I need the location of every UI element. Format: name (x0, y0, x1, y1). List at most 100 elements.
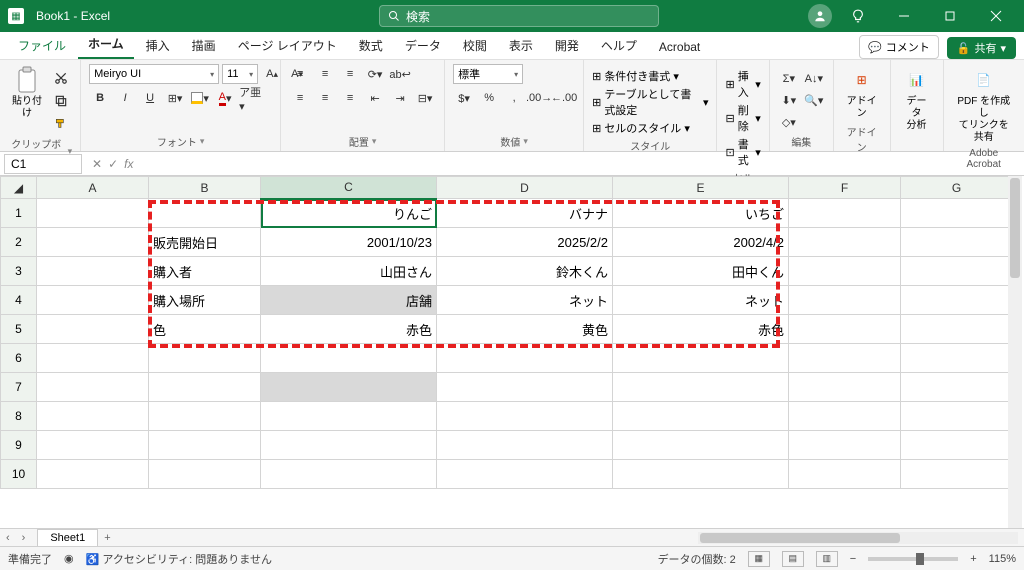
borders-button[interactable]: ⊞▾ (164, 88, 186, 108)
cell-C1[interactable]: りんご (261, 199, 437, 228)
row-header-8[interactable]: 8 (1, 402, 37, 431)
align-left-button[interactable]: ≡ (289, 88, 311, 108)
cell-A6[interactable] (37, 344, 149, 373)
cut-button[interactable] (50, 68, 72, 88)
sheet-tab[interactable]: Sheet1 (37, 529, 98, 546)
analyze-data-button[interactable]: 📊データ 分析 (899, 64, 935, 134)
font-color-button[interactable]: A▾ (214, 88, 236, 108)
cell-D9[interactable] (437, 431, 613, 460)
clear-button[interactable]: ◇▾ (778, 112, 800, 132)
increase-indent-button[interactable]: ⇥ (389, 88, 411, 108)
dialog-launcher-icon[interactable]: ▾ (523, 136, 528, 147)
format-painter-button[interactable] (50, 114, 72, 134)
delete-cells-button[interactable]: ⊟ 削除 ▾ (725, 102, 760, 134)
conditional-format-button[interactable]: ⊞ 条件付き書式 ▾ (592, 68, 679, 84)
cell-B6[interactable] (149, 344, 261, 373)
ribbon-tab-ホーム[interactable]: ホーム (78, 30, 134, 59)
cell-C2[interactable]: 2001/10/23 (261, 228, 437, 257)
cell-A7[interactable] (37, 373, 149, 402)
dialog-launcher-icon[interactable]: ▾ (200, 136, 205, 147)
align-right-button[interactable]: ≡ (339, 88, 361, 108)
column-header-G[interactable]: G (901, 177, 1013, 199)
cell-E2[interactable]: 2002/4/2 (613, 228, 789, 257)
ribbon-tab-ファイル[interactable]: ファイル (8, 32, 76, 59)
cell-C10[interactable] (261, 460, 437, 489)
row-header-3[interactable]: 3 (1, 257, 37, 286)
cell-C8[interactable] (261, 402, 437, 431)
cell-F4[interactable] (789, 286, 901, 315)
phonetic-button[interactable]: ア亜▾ (239, 88, 261, 108)
new-sheet-button[interactable]: + (98, 532, 116, 544)
autosum-button[interactable]: Σ▾ (778, 68, 800, 88)
cell-D4[interactable]: ネット (437, 286, 613, 315)
cell-A9[interactable] (37, 431, 149, 460)
cell-C4[interactable]: 店舗 (261, 286, 437, 315)
cell-B5[interactable]: 色 (149, 315, 261, 344)
cell-G7[interactable] (901, 373, 1013, 402)
copy-button[interactable] (50, 91, 72, 111)
fx-icon[interactable]: fx (124, 157, 133, 171)
name-box[interactable]: C1 (4, 154, 82, 174)
align-top-button[interactable]: ≡ (289, 64, 311, 84)
cell-D6[interactable] (437, 344, 613, 373)
cell-B2[interactable]: 販売開始日 (149, 228, 261, 257)
ribbon-tab-挿入[interactable]: 挿入 (136, 32, 180, 59)
align-center-button[interactable]: ≡ (314, 88, 336, 108)
cell-D5[interactable]: 黄色 (437, 315, 613, 344)
cell-D10[interactable] (437, 460, 613, 489)
normal-view-button[interactable]: ▦ (748, 551, 770, 567)
ribbon-tab-描画[interactable]: 描画 (182, 32, 226, 59)
lightbulb-button[interactable] (838, 0, 878, 32)
cell-C7[interactable] (261, 373, 437, 402)
ribbon-tab-開発[interactable]: 開発 (545, 32, 589, 59)
orientation-button[interactable]: ⟳▾ (364, 64, 386, 84)
addins-button[interactable]: ⊞アドイン (842, 64, 882, 122)
macro-record-icon[interactable]: ◉ (64, 552, 74, 565)
cell-A3[interactable] (37, 257, 149, 286)
zoom-slider[interactable] (868, 557, 958, 561)
merge-button[interactable]: ⊟▾ (414, 88, 436, 108)
ribbon-tab-表示[interactable]: 表示 (499, 32, 543, 59)
formula-input[interactable] (139, 162, 1024, 166)
row-header-2[interactable]: 2 (1, 228, 37, 257)
comma-button[interactable]: , (503, 88, 525, 108)
cell-E6[interactable] (613, 344, 789, 373)
cell-F8[interactable] (789, 402, 901, 431)
share-button[interactable]: 🔓 共有 ▾ (947, 37, 1016, 59)
number-format-combo[interactable]: 標準▾ (453, 64, 523, 84)
cell-E3[interactable]: 田中くん (613, 257, 789, 286)
cell-D1[interactable]: バナナ (437, 199, 613, 228)
find-button[interactable]: 🔍▾ (803, 90, 825, 110)
grow-font-button[interactable]: A▴ (261, 64, 283, 84)
row-header-10[interactable]: 10 (1, 460, 37, 489)
cell-B4[interactable]: 購入場所 (149, 286, 261, 315)
zoom-out-button[interactable]: − (850, 553, 856, 565)
minimize-button[interactable] (884, 0, 924, 32)
cell-F10[interactable] (789, 460, 901, 489)
cell-C3[interactable]: 山田さん (261, 257, 437, 286)
cell-E10[interactable] (613, 460, 789, 489)
cell-F5[interactable] (789, 315, 901, 344)
cell-G8[interactable] (901, 402, 1013, 431)
row-header-7[interactable]: 7 (1, 373, 37, 402)
cell-styles-button[interactable]: ⊞ セルのスタイル ▾ (592, 120, 690, 136)
ribbon-tab-Acrobat[interactable]: Acrobat (649, 35, 710, 59)
cell-E1[interactable]: いちご (613, 199, 789, 228)
cell-G3[interactable] (901, 257, 1013, 286)
cell-G2[interactable] (901, 228, 1013, 257)
decrease-indent-button[interactable]: ⇤ (364, 88, 386, 108)
cell-G9[interactable] (901, 431, 1013, 460)
search-box[interactable]: 検索 (379, 5, 659, 27)
wrap-text-button[interactable]: ab↩ (389, 64, 411, 84)
row-header-6[interactable]: 6 (1, 344, 37, 373)
fill-button[interactable]: ⬇▾ (778, 90, 800, 110)
cell-D2[interactable]: 2025/2/2 (437, 228, 613, 257)
close-button[interactable] (976, 0, 1016, 32)
cell-A2[interactable] (37, 228, 149, 257)
cell-A10[interactable] (37, 460, 149, 489)
cell-F6[interactable] (789, 344, 901, 373)
cell-B7[interactable] (149, 373, 261, 402)
cell-C9[interactable] (261, 431, 437, 460)
cell-E7[interactable] (613, 373, 789, 402)
column-header-C[interactable]: C (261, 177, 437, 199)
